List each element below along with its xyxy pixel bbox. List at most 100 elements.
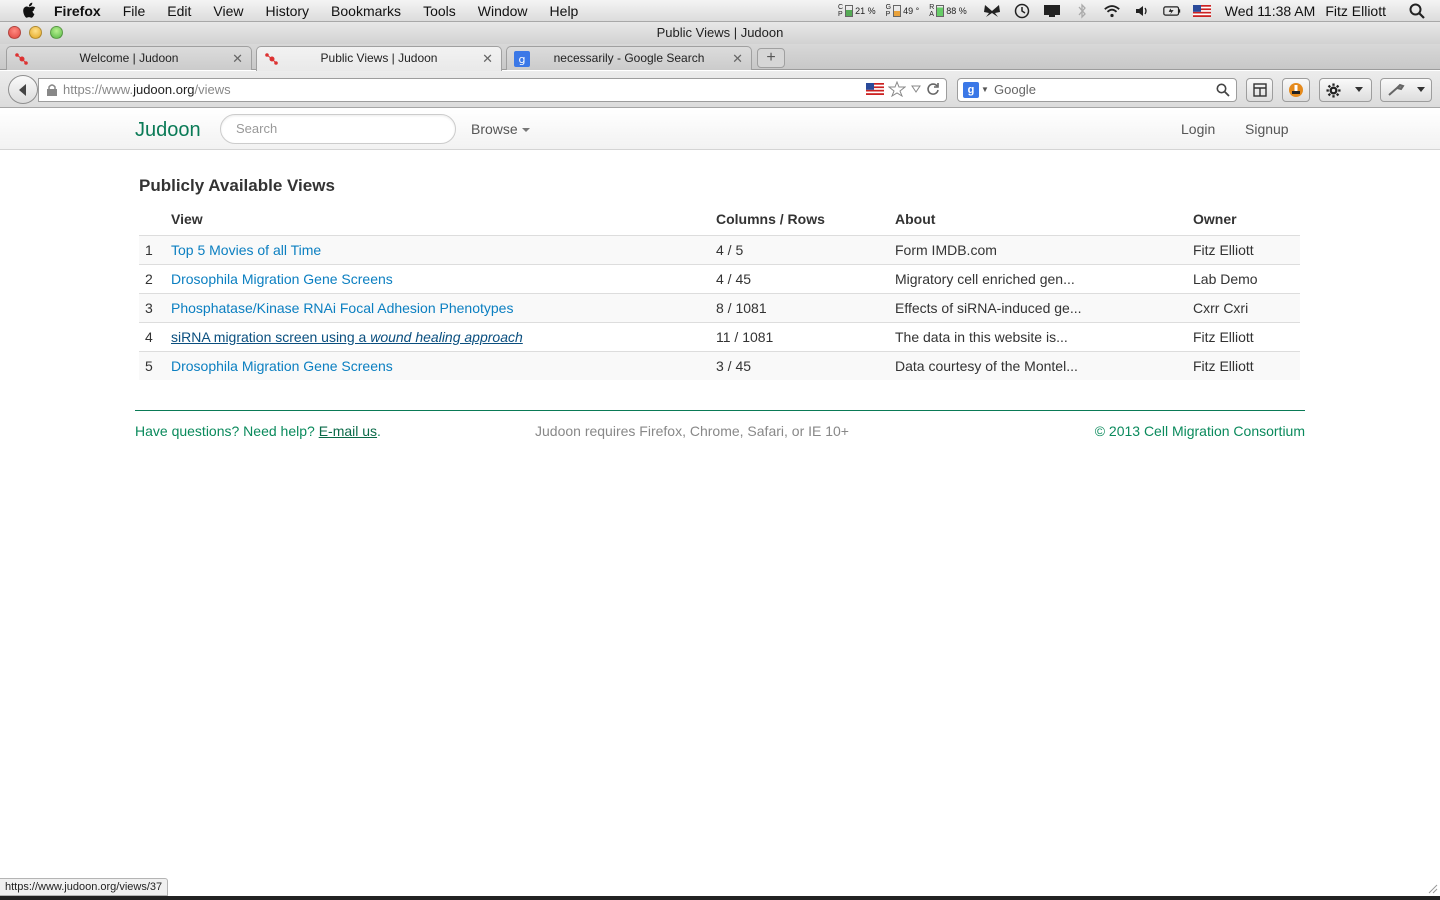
tab-label: Public Views | Judoon [320, 51, 438, 65]
zoom-window-button[interactable] [50, 26, 63, 39]
owner-cell: Fitz Elliott [1193, 350, 1300, 380]
web-search-placeholder: Google [994, 82, 1036, 97]
bookmark-star-icon[interactable] [888, 81, 906, 97]
new-tab-button[interactable]: + [757, 48, 785, 68]
browse-label: Browse [471, 121, 518, 137]
login-link[interactable]: Login [1181, 121, 1215, 137]
columns-rows-cell: 3 / 45 [716, 350, 895, 380]
google-engine-icon[interactable]: g [963, 82, 979, 98]
footer-help: Have questions? Need help? E-mail us. [135, 423, 381, 439]
butterfly-icon[interactable] [983, 3, 1001, 19]
cpu-bar-icon [845, 5, 854, 17]
brand-logo[interactable]: Judoon [135, 119, 201, 142]
dropdown-arrow-icon[interactable] [910, 84, 922, 94]
ram-bar-icon [936, 5, 945, 17]
tab-welcome[interactable]: Welcome | Judoon ✕ [6, 46, 252, 70]
tab-public-views[interactable]: Public Views | Judoon ✕ [256, 46, 502, 71]
close-window-button[interactable] [8, 26, 21, 39]
judoon-favicon-icon [265, 53, 278, 65]
footer-help-suffix: . [377, 423, 381, 439]
apple-icon[interactable] [18, 2, 40, 19]
table-row: 3 Phosphatase/Kinase RNAi Focal Adhesion… [139, 292, 1300, 322]
url-scheme: https://www. [63, 82, 134, 97]
menu-help[interactable]: Help [539, 0, 590, 22]
reload-icon[interactable] [926, 82, 940, 96]
site-search-placeholder: Search [236, 121, 278, 136]
view-link-text: siRNA migration screen using a [171, 328, 371, 345]
page-title: Publicly Available Views [139, 176, 335, 195]
judoon-favicon-icon [15, 53, 28, 65]
close-tab-icon[interactable]: ✕ [482, 47, 493, 70]
view-link-emphasis: wound healing approach [370, 328, 523, 345]
ram-meter[interactable]: R A 88 % [929, 4, 967, 18]
header-number [139, 203, 171, 235]
tab-strip: Welcome | Judoon ✕ Public Views | Judoon… [0, 44, 1440, 71]
back-arrow-icon [19, 83, 26, 96]
close-tab-icon[interactable]: ✕ [232, 47, 243, 70]
web-search-input[interactable]: g ▼ Google [957, 78, 1237, 102]
menu-history[interactable]: History [254, 0, 320, 22]
tools-menu-button[interactable] [1380, 78, 1432, 102]
view-link[interactable]: Drosophila Migration Gene Screens [171, 271, 393, 287]
menu-firefox[interactable]: Firefox [54, 0, 112, 22]
menu-view[interactable]: View [202, 0, 254, 22]
site-search-input[interactable]: Search [220, 114, 456, 144]
sidebar-toggle-button[interactable] [1246, 78, 1273, 102]
menu-tools[interactable]: Tools [412, 0, 467, 22]
us-flag-icon[interactable] [866, 83, 884, 95]
bluetooth-icon[interactable] [1073, 3, 1091, 19]
tab-google-search[interactable]: g necessarily - Google Search ✕ [506, 46, 752, 70]
volume-icon[interactable] [1133, 3, 1151, 19]
temp-bar-icon [893, 5, 902, 17]
table-header-row: View Columns / Rows About Owner [139, 203, 1300, 235]
grid-icon [1252, 83, 1267, 97]
display-icon[interactable] [1043, 3, 1061, 19]
view-link[interactable]: Phosphatase/Kinase RNAi Focal Adhesion P… [171, 300, 513, 316]
menu-window[interactable]: Window [467, 0, 539, 22]
owner-cell: Lab Demo [1193, 263, 1300, 293]
time-machine-icon[interactable] [1013, 3, 1031, 19]
close-tab-icon[interactable]: ✕ [732, 47, 743, 70]
back-button[interactable] [8, 75, 38, 104]
email-us-link[interactable]: E-mail us [319, 423, 377, 439]
menubar-user[interactable]: Fitz Elliott [1325, 3, 1386, 19]
minimize-window-button[interactable] [29, 26, 42, 39]
view-link[interactable]: Top 5 Movies of all Time [171, 242, 321, 258]
browse-dropdown[interactable]: Browse [471, 121, 530, 137]
cpu-value: 21 % [855, 6, 876, 16]
window-titlebar: Public Views | Judoon [0, 22, 1440, 44]
signup-link[interactable]: Signup [1245, 121, 1289, 137]
addon-button[interactable] [1282, 78, 1310, 102]
row-number: 4 [139, 321, 171, 351]
main-content: Publicly Available Views View Columns / … [139, 170, 1301, 380]
about-cell: Form IMDB.com [895, 234, 1193, 264]
resize-grip-icon[interactable] [1428, 884, 1438, 894]
settings-menu-button[interactable] [1319, 78, 1372, 102]
header-columns-rows: Columns / Rows [716, 210, 825, 227]
search-icon[interactable] [1216, 83, 1230, 97]
cpu-meter[interactable]: C P 21 % [838, 4, 876, 18]
us-flag-icon[interactable] [1192, 3, 1211, 19]
menu-edit[interactable]: Edit [156, 0, 202, 22]
temp-value: 49 ° [903, 6, 920, 16]
views-table: View Columns / Rows About Owner 1 Top 5 … [139, 203, 1300, 380]
view-link[interactable]: Drosophila Migration Gene Screens [171, 358, 393, 374]
owner-cell: Fitz Elliott [1193, 234, 1300, 264]
battery-icon[interactable] [1162, 3, 1181, 19]
menu-bookmarks[interactable]: Bookmarks [320, 0, 412, 22]
engine-dropdown-icon[interactable]: ▼ [981, 79, 989, 101]
addon-icon [1289, 83, 1303, 97]
row-number: 2 [139, 263, 171, 293]
menubar-clock[interactable]: Wed 11:38 AM [1225, 3, 1316, 19]
svg-text:g: g [519, 53, 526, 66]
url-bar[interactable]: https://www.judoon.org/views [38, 78, 947, 102]
about-cell: Data courtesy of the Montel... [895, 350, 1193, 380]
menu-file[interactable]: File [112, 0, 157, 22]
table-row: 2 Drosophila Migration Gene Screens 4 / … [139, 263, 1300, 293]
window-bottom-edge [0, 896, 1440, 900]
temp-meter[interactable]: G P 49 ° [886, 4, 920, 18]
spotlight-icon[interactable] [1408, 3, 1426, 19]
google-favicon-icon: g [514, 51, 530, 67]
view-link-hovered[interactable]: siRNA migration screen using a wound hea… [171, 329, 523, 345]
wifi-icon[interactable] [1103, 3, 1121, 19]
